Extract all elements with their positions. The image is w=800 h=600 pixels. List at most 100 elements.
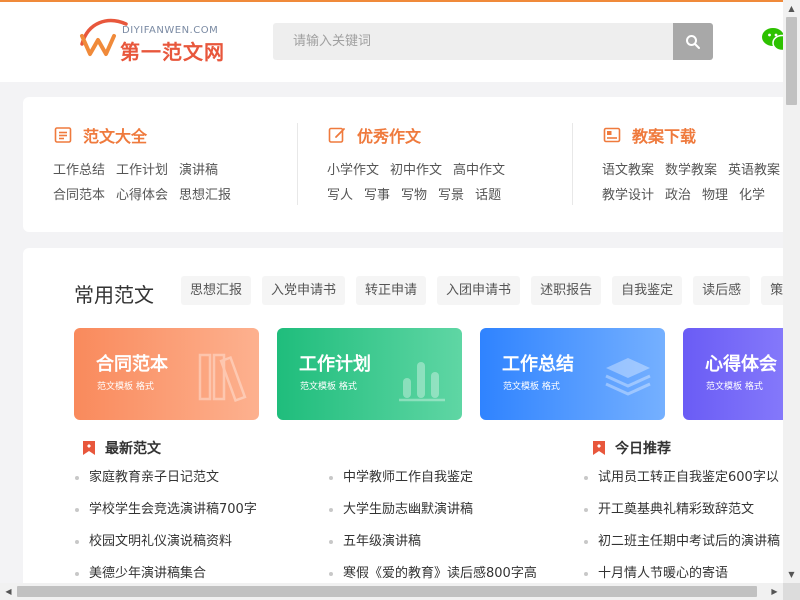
search-input[interactable]: [273, 23, 673, 60]
main-panel: 常用范文 思想汇报 入党申请书 转正申请 入团申请书 述职报告 自我鉴定 读后感…: [23, 248, 783, 583]
tag-chip[interactable]: 读后感: [693, 276, 751, 305]
search-icon: [686, 34, 700, 49]
card-subtitle: 范文模板 格式: [706, 382, 763, 392]
list-item[interactable]: 中学教师工作自我鉴定: [329, 468, 537, 500]
list-item[interactable]: 十月情人节暖心的寄语: [584, 564, 780, 583]
list-item-text: 十月情人节暖心的寄语: [598, 566, 729, 581]
card-title: 合同范本: [96, 354, 168, 375]
category-link[interactable]: 高中作文: [453, 163, 505, 178]
scroll-right-arrow-icon[interactable]: ▶: [766, 583, 783, 600]
search-button[interactable]: [673, 23, 713, 60]
category-link[interactable]: 数学教案: [665, 163, 717, 178]
bullet-dot: [75, 540, 79, 544]
books-icon: [198, 353, 247, 403]
list-item[interactable]: 试用员工转正自我鉴定600字以: [584, 468, 780, 500]
card-title: 心得体会: [705, 354, 777, 375]
category-link[interactable]: 物理: [702, 188, 728, 203]
bookmark-icon: [593, 441, 605, 455]
tag-chip[interactable]: 入党申请书: [262, 276, 346, 305]
feature-card-plans[interactable]: 工作计划 范文模板 格式: [277, 328, 462, 420]
category-link[interactable]: 小学作文: [327, 163, 379, 178]
category-link[interactable]: 思想汇报: [179, 188, 231, 203]
category-heading[interactable]: 范文大全: [53, 123, 147, 147]
list-item[interactable]: 校园文明礼仪演说稿资料: [75, 532, 257, 564]
tag-chip[interactable]: 策划: [761, 276, 783, 305]
wechat-icon[interactable]: [762, 25, 783, 55]
feature-card-reflections[interactable]: 心得体会 范文模板 格式: [683, 328, 783, 420]
category-link[interactable]: 语文教案: [602, 163, 654, 178]
scroll-down-arrow-icon[interactable]: ▼: [783, 566, 800, 583]
category-link[interactable]: 写人: [327, 188, 353, 203]
list-item-text: 中学教师工作自我鉴定: [343, 470, 474, 485]
category-links-row: 教学设计 政治 物理 化学: [602, 184, 783, 203]
site-header: DIYIFANWEN.COM 第一范文网: [0, 2, 783, 82]
site-logo[interactable]: DIYIFANWEN.COM 第一范文网: [78, 14, 228, 64]
horizontal-scrollbar[interactable]: ◀ ▶: [0, 583, 783, 600]
category-link[interactable]: 工作总结: [53, 163, 105, 178]
category-title: 范文大全: [83, 127, 148, 146]
list-item-text: 开工奠基典礼精彩致辞范文: [598, 502, 755, 517]
category-link[interactable]: 英语教案: [728, 163, 780, 178]
category-link[interactable]: 写物: [401, 188, 427, 203]
category-link[interactable]: 心得体会: [116, 188, 168, 203]
list-item-text: 家庭教育亲子日记范文: [89, 470, 220, 485]
section-title: 常用范文: [74, 283, 154, 307]
vertical-scrollbar[interactable]: ▲ ▼: [783, 0, 800, 583]
category-link[interactable]: 合同范本: [53, 188, 105, 203]
feature-card-contracts[interactable]: 合同范本 范文模板 格式: [74, 328, 259, 420]
feature-card-summaries[interactable]: 工作总结 范文模板 格式: [480, 328, 665, 420]
category-link[interactable]: 初中作文: [390, 163, 442, 178]
column-divider: [297, 123, 298, 205]
scroll-up-arrow-icon[interactable]: ▲: [783, 0, 800, 17]
category-link[interactable]: 写景: [438, 188, 464, 203]
category-heading[interactable]: 教案下载: [602, 123, 696, 147]
list-item[interactable]: 寒假《爱的教育》读后感800字高: [329, 564, 537, 583]
latest-heading: 最新范文: [82, 438, 161, 458]
tag-chip[interactable]: 转正申请: [356, 276, 427, 305]
category-link[interactable]: 话题: [475, 188, 501, 203]
list-item-text: 初二班主任期中考试后的演讲稿: [598, 534, 781, 549]
bullet-dot: [75, 572, 79, 576]
page-viewport: DIYIFANWEN.COM 第一范文网 请输入关键词 范文大全 工作总结 工作…: [0, 0, 783, 583]
document-list-icon: [54, 127, 72, 143]
list-item-text: 校园文明礼仪演说稿资料: [89, 534, 233, 549]
bullet-dot: [75, 508, 79, 512]
bullet-dot: [329, 508, 333, 512]
logo-subtitle: DIYIFANWEN.COM: [122, 25, 219, 36]
category-link[interactable]: 政治: [665, 188, 691, 203]
category-link[interactable]: 演讲稿: [179, 163, 218, 178]
category-link[interactable]: 教学设计: [602, 188, 654, 203]
list-item-text: 美德少年演讲稿集合: [89, 566, 207, 581]
category-compositions: 优秀作文 小学作文 初中作文 高中作文 写人 写事 写物 写景 话题: [327, 97, 572, 232]
category-links-row: 工作总结 工作计划 演讲稿: [53, 159, 353, 178]
tag-chips: 思想汇报 入党申请书 转正申请 入团申请书 述职报告 自我鉴定 读后感 策划: [181, 276, 783, 305]
category-panel: 范文大全 工作总结 工作计划 演讲稿 合同范本 心得体会 思想汇报 优秀作文 小学作文初…: [23, 97, 783, 232]
list-item[interactable]: 美德少年演讲稿集合: [75, 564, 257, 583]
list-item[interactable]: 五年级演讲稿: [329, 532, 537, 564]
tag-chip[interactable]: 思想汇报: [181, 276, 252, 305]
category-links-row: 合同范本 心得体会 思想汇报: [53, 184, 353, 203]
bar-chart-icon: [399, 362, 445, 402]
bullet-dot: [584, 476, 588, 480]
list-item[interactable]: 初二班主任期中考试后的演讲稿: [584, 532, 780, 564]
bullet-dot: [329, 540, 333, 544]
category-title: 教案下载: [632, 127, 697, 146]
category-link[interactable]: 化学: [739, 188, 765, 203]
category-link[interactable]: 写事: [364, 188, 390, 203]
list-item[interactable]: 家庭教育亲子日记范文: [75, 468, 257, 500]
tag-chip[interactable]: 述职报告: [531, 276, 602, 305]
category-link[interactable]: 工作计划: [116, 163, 168, 178]
bullet-dot: [584, 508, 588, 512]
category-heading[interactable]: 优秀作文: [327, 123, 421, 147]
vertical-scroll-thumb[interactable]: [786, 17, 797, 105]
tag-chip[interactable]: 自我鉴定: [612, 276, 683, 305]
edit-icon: [328, 127, 345, 143]
tag-chip[interactable]: 入团申请书: [437, 276, 521, 305]
card-subtitle: 范文模板 格式: [300, 382, 357, 392]
list-item[interactable]: 大学生励志幽默演讲稿: [329, 500, 537, 532]
scroll-left-arrow-icon[interactable]: ◀: [0, 583, 17, 600]
list-item[interactable]: 开工奠基典礼精彩致辞范文: [584, 500, 780, 532]
horizontal-scroll-thumb[interactable]: [17, 586, 757, 597]
category-essays: 范文大全 工作总结 工作计划 演讲稿 合同范本 心得体会 思想汇报: [53, 97, 298, 232]
list-item[interactable]: 学校学生会竞选演讲稿700字: [75, 500, 257, 532]
